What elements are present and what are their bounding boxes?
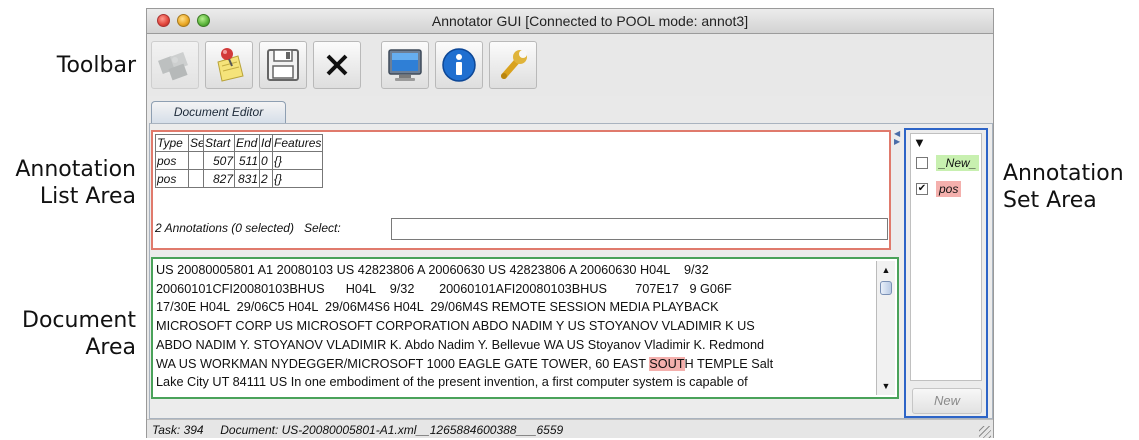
set-label-pos: pos xyxy=(936,181,962,197)
resize-grip-icon[interactable] xyxy=(979,426,991,438)
annotation-set-list: ▼ _New_ ✔ pos xyxy=(910,133,982,381)
cell-start: 507 xyxy=(203,151,235,170)
table-header-row: Type Set Start End Id Features xyxy=(155,134,324,152)
cell-type: pos xyxy=(155,169,189,188)
cell-start: 827 xyxy=(203,169,235,188)
toolbar xyxy=(147,34,993,96)
column-header[interactable]: Start xyxy=(203,134,235,152)
table-row[interactable]: pos 827 831 2 {} xyxy=(155,169,324,188)
info-button[interactable] xyxy=(435,41,483,89)
settings-button[interactable] xyxy=(489,41,537,89)
monitor-icon xyxy=(388,49,422,81)
scrollbar-thumb[interactable] xyxy=(880,281,892,295)
annotator-window: Annotator GUI [Connected to POOL mode: a… xyxy=(146,8,994,438)
column-header[interactable]: Features xyxy=(272,134,324,152)
wrench-icon xyxy=(501,50,527,79)
new-set-button[interactable]: New xyxy=(912,388,982,414)
puzzle-button[interactable] xyxy=(151,41,199,89)
save-button[interactable] xyxy=(259,41,307,89)
info-icon xyxy=(442,48,476,82)
select-label: Select: xyxy=(304,221,341,235)
new-annotation-button[interactable] xyxy=(205,41,253,89)
column-header[interactable]: Type xyxy=(155,134,189,152)
window-title: Annotator GUI [Connected to POOL mode: a… xyxy=(431,13,749,29)
cell-end: 511 xyxy=(234,151,260,170)
status-document: Document: US-20080005801-A1.xml__1265884… xyxy=(220,423,564,437)
cell-set xyxy=(188,169,204,188)
annotation-set-area: ▼ _New_ ✔ pos New xyxy=(904,128,988,418)
delete-button[interactable] xyxy=(313,41,361,89)
sticky-note-pin-icon xyxy=(217,48,244,82)
tab-document-editor[interactable]: Document Editor xyxy=(151,101,286,123)
display-button[interactable] xyxy=(381,41,429,89)
callout-annotation-set-area: Annotation Set Area xyxy=(1003,161,1124,213)
annotation-list-area: Type Set Start End Id Features pos 507 5… xyxy=(151,130,891,250)
scroll-down-arrow-icon[interactable]: ▼ xyxy=(879,379,893,393)
callout-document-area: Document Area xyxy=(22,308,136,360)
document-text[interactable]: US 20080005801 A1 20080103 US 42823806 A… xyxy=(156,261,874,392)
title-bar[interactable]: Annotator GUI [Connected to POOL mode: a… xyxy=(147,9,993,34)
set-item-pos[interactable]: ✔ pos xyxy=(914,180,980,198)
set-label-new: _New_ xyxy=(936,155,980,171)
cell-type: pos xyxy=(155,151,189,170)
cell-set xyxy=(188,151,204,170)
column-header[interactable]: Id xyxy=(258,134,274,152)
annotation-count-status: 2 Annotations (0 selected) Select: xyxy=(155,221,341,235)
document-text-before: US 20080005801 A1 20080103 US 42823806 A… xyxy=(156,263,765,371)
annotation-highlight[interactable]: SOUT xyxy=(649,356,685,371)
callout-annotation-list-area: Annotation List Area xyxy=(15,157,136,209)
floppy-disk-save-icon xyxy=(267,49,299,81)
scroll-up-arrow-icon[interactable]: ▲ xyxy=(879,263,893,277)
callout-toolbar: Toolbar xyxy=(56,53,136,78)
annotation-count: 2 Annotations (0 selected) xyxy=(155,221,294,235)
expand-triangle-icon[interactable]: ▼ xyxy=(913,135,926,150)
table-row[interactable]: pos 507 511 0 {} xyxy=(155,151,324,170)
column-header[interactable]: Set xyxy=(188,134,204,152)
puzzle-icon xyxy=(158,52,188,81)
annotation-table: Type Set Start End Id Features pos 507 5… xyxy=(155,134,324,188)
select-input[interactable] xyxy=(391,218,888,240)
document-scrollbar[interactable]: ▲ ▼ xyxy=(876,261,895,395)
set-item-new[interactable]: _New_ xyxy=(914,154,980,172)
close-x-icon xyxy=(326,54,348,76)
status-task: Task: 394 xyxy=(152,423,204,437)
set-checkbox-new[interactable] xyxy=(916,157,928,169)
cell-id: 0 xyxy=(258,151,274,170)
cell-id: 2 xyxy=(258,169,274,188)
set-checkbox-pos[interactable]: ✔ xyxy=(916,183,928,195)
column-header[interactable]: End xyxy=(234,134,260,152)
cell-features: {} xyxy=(272,169,324,188)
status-text: Task: 394 Document: US-20080005801-A1.xm… xyxy=(152,423,563,437)
cell-features: {} xyxy=(272,151,324,170)
document-area[interactable]: US 20080005801 A1 20080103 US 42823806 A… xyxy=(151,257,899,399)
status-bar: Task: 394 Document: US-20080005801-A1.xm… xyxy=(147,419,993,438)
cell-end: 831 xyxy=(234,169,260,188)
splitter-handle[interactable]: ◀ ▶ xyxy=(894,130,902,150)
